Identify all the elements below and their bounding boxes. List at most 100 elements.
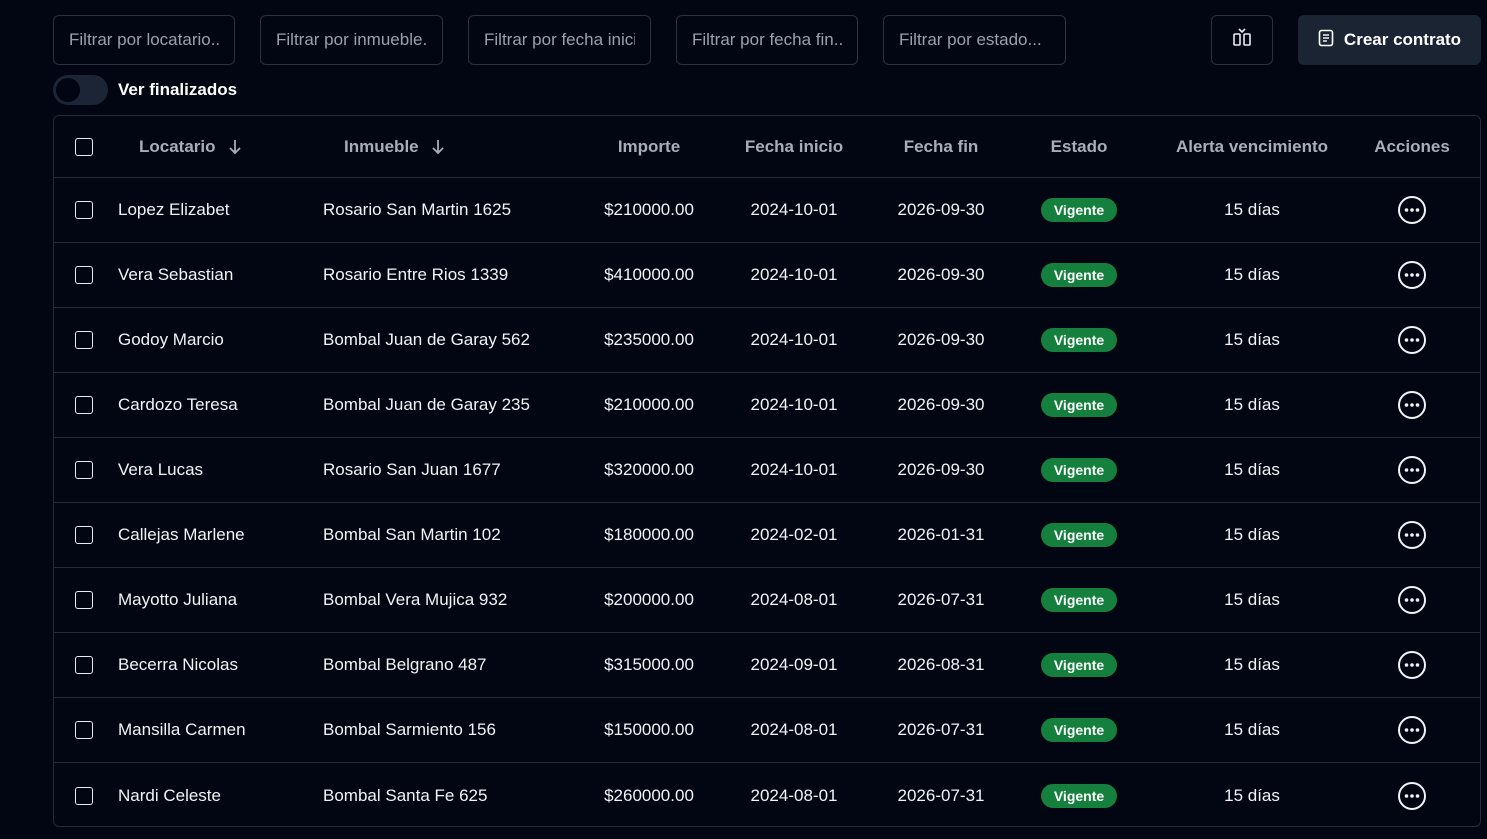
header-locatario[interactable]: Locatario <box>139 116 339 177</box>
cell-fecha-inicio: 2024-10-01 <box>750 265 838 284</box>
cell-importe: $315000.00 <box>604 655 694 674</box>
cell-inmueble: Bombal Santa Fe 625 <box>323 785 488 805</box>
cell-fecha-fin: 2026-07-31 <box>897 720 985 739</box>
cell-estado: Vigente <box>1029 438 1129 502</box>
more-options-icon <box>1397 520 1427 550</box>
row-checkbox[interactable] <box>75 266 93 284</box>
status-badge: Vigente <box>1040 198 1118 222</box>
status-badge: Vigente <box>1040 588 1118 612</box>
row-actions-button[interactable] <box>1397 260 1427 290</box>
cell-inmueble: Rosario San Martin 1625 <box>323 200 512 219</box>
cell-locatario: Mayotto Juliana <box>118 590 238 609</box>
header-locatario-label: Locatario <box>139 136 216 156</box>
cell-locatario: Godoy Marcio <box>118 330 224 349</box>
row-checkbox-cell <box>75 698 95 762</box>
table-header: Locatario Inmueble Importe Fecha inicio … <box>54 116 1480 178</box>
status-badge: Vigente <box>1040 653 1118 677</box>
ver-finalizados-label: Ver finalizados <box>118 80 238 99</box>
row-actions-button[interactable] <box>1397 325 1427 355</box>
row-actions-button[interactable] <box>1397 520 1427 550</box>
header-inmueble[interactable]: Inmueble <box>344 116 564 177</box>
cell-fecha-inicio: 2024-10-01 <box>750 330 838 349</box>
table-row: Nardi Celeste Bombal Santa Fe 625 $260000.… <box>54 763 1480 826</box>
cell-locatario: Lopez Elizabet <box>118 200 230 219</box>
cell-alerta: 15 días <box>1224 330 1280 349</box>
more-options-icon <box>1397 260 1427 290</box>
filter-inmueble-input[interactable] <box>260 15 443 65</box>
more-options-icon <box>1397 650 1427 680</box>
row-checkbox-cell <box>75 568 95 632</box>
cell-acciones <box>1362 243 1462 307</box>
row-checkbox[interactable] <box>75 656 93 674</box>
cell-locatario: Callejas Marlene <box>118 525 245 544</box>
create-contract-button[interactable]: Crear contrato <box>1298 15 1481 65</box>
cell-inmueble: Bombal San Martin 102 <box>323 525 501 544</box>
row-actions-button[interactable] <box>1397 781 1427 811</box>
cell-acciones <box>1362 308 1462 372</box>
ver-finalizados-row: Ver finalizados <box>53 75 237 105</box>
table-row: Mayotto Juliana Bombal Vera Mujica 932 $20… <box>54 568 1480 633</box>
cell-acciones <box>1362 763 1462 826</box>
cell-locatario: Vera Lucas <box>118 460 204 479</box>
cell-acciones <box>1362 373 1462 437</box>
cell-locatario: Mansilla Carmen <box>118 720 246 739</box>
cell-estado: Vigente <box>1029 698 1129 762</box>
row-actions-button[interactable] <box>1397 390 1427 420</box>
row-actions-button[interactable] <box>1397 585 1427 615</box>
contracts-table: Locatario Inmueble Importe Fecha inicio … <box>53 115 1481 827</box>
table-row: Callejas Marlene Bombal San Martin 102 $18… <box>54 503 1480 568</box>
cell-inmueble: Bombal Belgrano 487 <box>323 655 487 674</box>
filter-estado-input[interactable] <box>883 15 1066 65</box>
row-checkbox[interactable] <box>75 526 93 544</box>
switch-knob <box>56 78 80 102</box>
cell-fecha-fin: 2026-07-31 <box>897 590 985 609</box>
filter-fecha-fin-input[interactable] <box>676 15 858 65</box>
columns-toggle-button[interactable] <box>1211 15 1273 65</box>
cell-acciones <box>1362 503 1462 567</box>
cell-fecha-inicio: 2024-10-01 <box>750 395 838 414</box>
header-fecha-fin: Fecha fin <box>903 136 979 156</box>
row-checkbox[interactable] <box>75 721 93 739</box>
row-checkbox-cell <box>75 308 95 372</box>
status-badge: Vigente <box>1040 328 1118 352</box>
cell-importe: $210000.00 <box>604 395 694 414</box>
cell-fecha-fin: 2026-09-30 <box>897 200 985 219</box>
more-options-icon <box>1397 195 1427 225</box>
table-body: Lopez Elizabet Rosario San Martin 1625 $21… <box>54 178 1480 826</box>
cell-inmueble: Bombal Sarmiento 156 <box>323 720 496 739</box>
table-row: Mansilla Carmen Bombal Sarmiento 156 $1500… <box>54 698 1480 763</box>
row-checkbox[interactable] <box>75 591 93 609</box>
ver-finalizados-switch[interactable] <box>53 75 108 105</box>
cell-alerta: 15 días <box>1224 590 1280 609</box>
row-actions-button[interactable] <box>1397 650 1427 680</box>
cell-acciones <box>1362 698 1462 762</box>
select-all-checkbox[interactable] <box>75 137 93 156</box>
cell-estado: Vigente <box>1029 373 1129 437</box>
row-actions-button[interactable] <box>1397 715 1427 745</box>
cell-estado: Vigente <box>1029 763 1129 826</box>
cell-fecha-inicio: 2024-02-01 <box>750 525 838 544</box>
header-importe: Importe <box>617 136 681 156</box>
filter-fecha-inicio-input[interactable] <box>468 15 651 65</box>
cell-importe: $210000.00 <box>604 200 694 219</box>
row-checkbox[interactable] <box>75 396 93 414</box>
cell-locatario: Cardozo Teresa <box>118 395 238 414</box>
cell-importe: $235000.00 <box>604 330 694 349</box>
status-badge: Vigente <box>1040 783 1118 808</box>
row-checkbox[interactable] <box>75 201 93 219</box>
cell-inmueble: Rosario San Juan 1677 <box>323 460 501 479</box>
status-badge: Vigente <box>1040 523 1118 547</box>
cell-estado: Vigente <box>1029 243 1129 307</box>
filter-locatario-input[interactable] <box>53 15 235 65</box>
row-actions-button[interactable] <box>1397 455 1427 485</box>
table-row: Cardozo Teresa Bombal Juan de Garay 235 $2… <box>54 373 1480 438</box>
cell-alerta: 15 días <box>1224 525 1280 544</box>
cell-fecha-fin: 2026-01-31 <box>897 525 985 544</box>
cell-locatario: Becerra Nicolas <box>118 655 238 674</box>
row-checkbox[interactable] <box>75 461 93 479</box>
cell-locatario: Vera Sebastian <box>118 265 234 284</box>
row-actions-button[interactable] <box>1397 195 1427 225</box>
row-checkbox[interactable] <box>75 331 93 349</box>
header-fecha-inicio: Fecha inicio <box>744 136 844 156</box>
row-checkbox[interactable] <box>75 786 93 805</box>
